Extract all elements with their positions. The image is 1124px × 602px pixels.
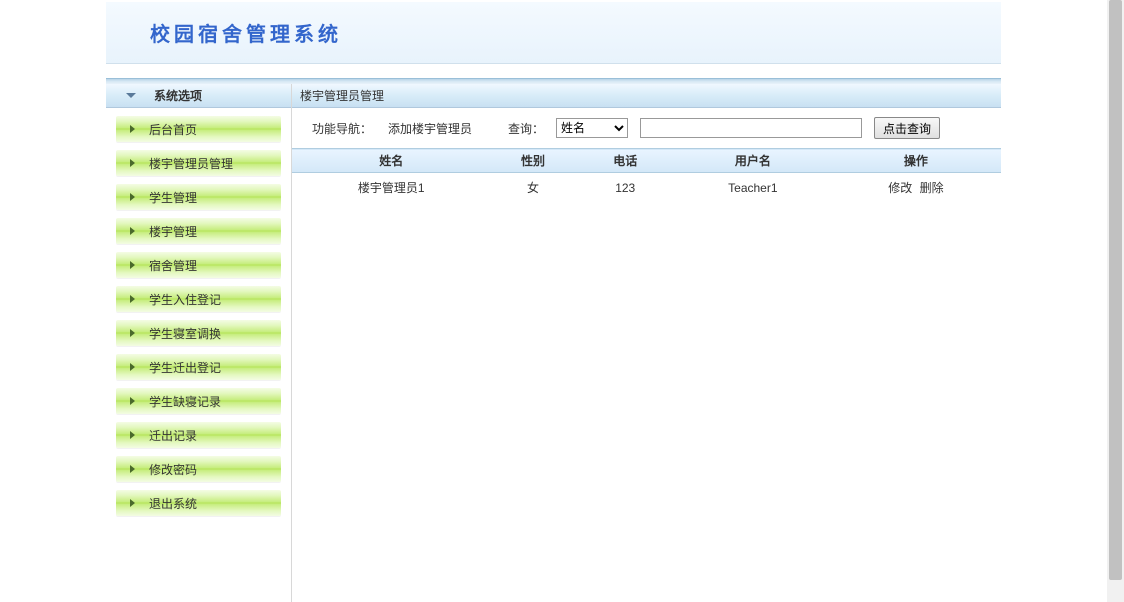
chevron-right-icon — [130, 295, 135, 303]
app-header: 校园宿舍管理系统 — [106, 2, 1001, 64]
sidebar-item-label: 学生缺寝记录 — [149, 393, 221, 410]
sidebar-item-label: 学生管理 — [149, 189, 197, 206]
sidebar-item-building[interactable]: 楼宇管理 — [116, 218, 281, 244]
table-row: 楼宇管理员1 女 123 Teacher1 修改 删除 — [292, 173, 1001, 203]
chevron-right-icon — [130, 363, 135, 371]
chevron-right-icon — [130, 261, 135, 269]
sidebar: 系统选项 后台首页 楼宇管理员管理 学生管理 — [106, 84, 292, 602]
search-button[interactable]: 点击查询 — [874, 117, 940, 139]
sidebar-item-label: 学生迁出登记 — [149, 359, 221, 376]
cell-action: 修改 删除 — [831, 173, 1001, 203]
cell-name: 楼宇管理员1 — [292, 173, 491, 203]
app-title: 校园宿舍管理系统 — [150, 18, 342, 47]
sidebar-item-label: 楼宇管理 — [149, 223, 197, 240]
chevron-right-icon — [130, 329, 135, 337]
col-header-action: 操作 — [831, 149, 1001, 173]
sidebar-item-home[interactable]: 后台首页 — [116, 116, 281, 142]
chevron-right-icon — [130, 397, 135, 405]
sidebar-item-label: 后台首页 — [149, 121, 197, 138]
delete-link[interactable]: 删除 — [920, 181, 944, 195]
col-header-name: 姓名 — [292, 149, 491, 173]
chevron-right-icon — [130, 465, 135, 473]
chevron-right-icon — [130, 125, 135, 133]
sidebar-item-password[interactable]: 修改密码 — [116, 456, 281, 482]
chevron-right-icon — [130, 159, 135, 167]
chevron-right-icon — [130, 499, 135, 507]
sidebar-item-label: 迁出记录 — [149, 427, 197, 444]
col-header-username: 用户名 — [675, 149, 831, 173]
sidebar-item-label: 学生入住登记 — [149, 291, 221, 308]
col-header-gender: 性别 — [491, 149, 576, 173]
sidebar-item-checkout-log[interactable]: 迁出记录 — [116, 422, 281, 448]
sidebar-item-label: 宿舍管理 — [149, 257, 197, 274]
cell-gender: 女 — [491, 173, 576, 203]
sidebar-item-student[interactable]: 学生管理 — [116, 184, 281, 210]
search-input[interactable] — [640, 118, 862, 138]
scrollbar[interactable] — [1107, 0, 1124, 602]
sidebar-item-label: 学生寝室调换 — [149, 325, 221, 342]
sidebar-item-label: 退出系统 — [149, 495, 197, 512]
search-field-select[interactable]: 姓名 — [556, 118, 628, 138]
search-label: 查询： — [508, 120, 544, 137]
sidebar-item-checkin[interactable]: 学生入住登记 — [116, 286, 281, 312]
col-header-phone: 电话 — [576, 149, 675, 173]
chevron-right-icon — [130, 227, 135, 235]
sidebar-item-absence[interactable]: 学生缺寝记录 — [116, 388, 281, 414]
main-panel: 楼宇管理员管理 功能导航： 添加楼宇管理员 查询： 姓名 点击查询 — [292, 84, 1001, 602]
chevron-right-icon — [130, 431, 135, 439]
scrollbar-thumb[interactable] — [1109, 0, 1122, 580]
sidebar-header[interactable]: 系统选项 — [106, 84, 291, 108]
sidebar-item-label: 修改密码 — [149, 461, 197, 478]
admin-table: 姓名 性别 电话 用户名 操作 楼宇管理员1 女 123 Teacher1 — [292, 148, 1001, 203]
cell-phone: 123 — [576, 173, 675, 203]
sidebar-menu: 后台首页 楼宇管理员管理 学生管理 楼宇管理 — [106, 108, 291, 532]
add-admin-link[interactable]: 添加楼宇管理员 — [388, 120, 472, 137]
function-nav-label: 功能导航： — [312, 120, 372, 137]
edit-link[interactable]: 修改 — [888, 181, 912, 195]
chevron-down-icon — [126, 93, 136, 98]
chevron-right-icon — [130, 193, 135, 201]
panel-title: 楼宇管理员管理 — [292, 84, 1001, 108]
sidebar-item-building-admin[interactable]: 楼宇管理员管理 — [116, 150, 281, 176]
table-header-row: 姓名 性别 电话 用户名 操作 — [292, 149, 1001, 173]
sidebar-item-label: 楼宇管理员管理 — [149, 155, 233, 172]
function-bar: 功能导航： 添加楼宇管理员 查询： 姓名 点击查询 — [304, 108, 1001, 148]
sidebar-item-checkout[interactable]: 学生迁出登记 — [116, 354, 281, 380]
cell-username: Teacher1 — [675, 173, 831, 203]
sidebar-header-label: 系统选项 — [154, 87, 202, 104]
sidebar-item-swap[interactable]: 学生寝室调换 — [116, 320, 281, 346]
sidebar-item-dorm[interactable]: 宿舍管理 — [116, 252, 281, 278]
sidebar-item-logout[interactable]: 退出系统 — [116, 490, 281, 516]
